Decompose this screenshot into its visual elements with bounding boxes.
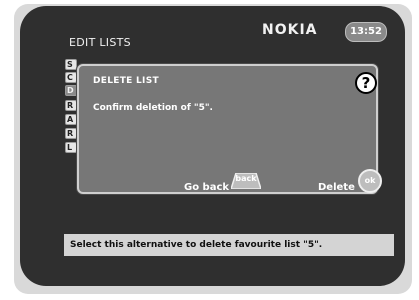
dialog-title: DELETE LIST [93,76,159,86]
list-item[interactable]: R [65,100,77,111]
tv-screen: NOKIA 13:52 EDIT LISTS S C D R A R L DEL… [20,6,405,286]
delete-list-dialog: DELETE LIST ? Confirm deletion of "5". G… [77,64,382,194]
help-icon[interactable]: ? [355,72,377,94]
go-back-label: Go back [184,182,230,193]
brand-logo: NOKIA [262,22,318,38]
status-bar: Select this alternative to delete favour… [64,234,394,256]
clock-badge: 13:52 [345,22,387,42]
back-button[interactable]: back [229,172,263,190]
delete-label: Delete [318,182,355,193]
list-item[interactable]: A [65,114,77,125]
list-item[interactable]: L [65,142,77,153]
dialog-message: Confirm deletion of "5". [93,103,213,113]
ok-button[interactable]: ok [358,169,382,193]
list-item[interactable]: R [65,128,77,139]
list-item[interactable]: S [65,59,77,70]
list-item[interactable]: C [65,72,77,83]
back-button-label: back [235,174,257,183]
page-title: EDIT LISTS [69,36,131,49]
list-item-selected[interactable]: D [65,85,77,96]
